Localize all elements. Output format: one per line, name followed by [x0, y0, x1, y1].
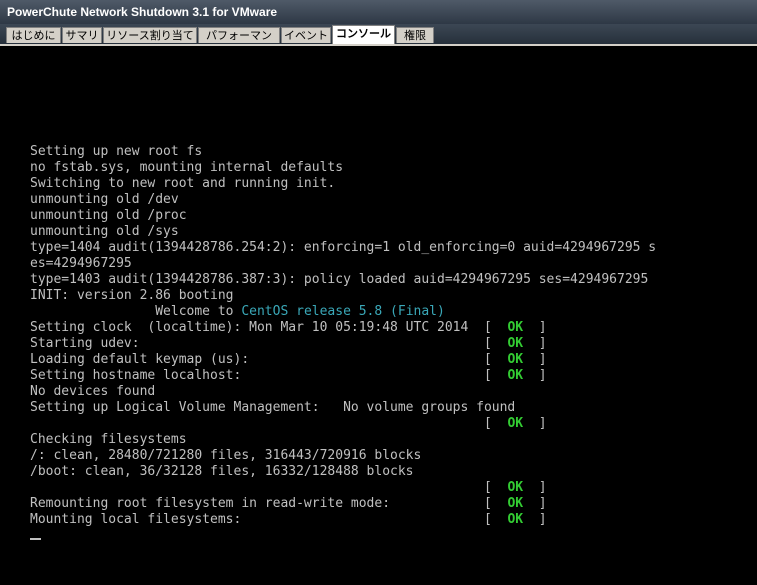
console-text: [ [483, 320, 508, 335]
console-text: ] [523, 320, 547, 335]
app-window: PowerChute Network Shutdown 3.1 for VMwa… [0, 0, 757, 585]
console-line: Starting udev: [ OK ] [30, 336, 547, 352]
console-line: /boot: clean, 36/32128 files, 16332/1284… [30, 464, 414, 480]
console-text: unmounting old /sys [30, 224, 179, 239]
console-text: ] [523, 416, 547, 431]
console-line: no fstab.sys, mounting internal defaults [30, 160, 343, 176]
tab-console[interactable]: コンソール [332, 25, 395, 44]
status-ok: OK [507, 368, 524, 383]
console-line: Remounting root filesystem in read-write… [30, 496, 547, 512]
console-line: type=1404 audit(1394428786.254:2): enfor… [30, 240, 656, 256]
console-line: Checking filesystems [30, 432, 187, 448]
status-ok: OK [507, 480, 524, 495]
status-ok: OK [507, 496, 524, 511]
tab-bar: はじめに サマリ リソース割り当て パフォーマンス イベント コンソール 権限 [0, 24, 757, 58]
tab-resource-allocation[interactable]: リソース割り当て [103, 27, 197, 43]
status-ok: OK [507, 416, 524, 431]
console-line: es=4294967295 [30, 256, 132, 272]
console-line: [ OK ] [30, 416, 547, 432]
console-line: Welcome to CentOS release 5.8 (Final) [30, 304, 445, 320]
console-text: es=4294967295 [30, 256, 132, 271]
console-line: INIT: version 2.86 booting [30, 288, 234, 304]
console-text: [ [483, 416, 508, 431]
console-text: Setting clock (localtime): Mon Mar 10 05… [30, 320, 484, 335]
console-text: [ [483, 352, 508, 367]
console-line: Setting up Logical Volume Management: No… [30, 400, 515, 416]
console-line: /: clean, 28480/721280 files, 316443/720… [30, 448, 421, 464]
console-text: unmounting old /proc [30, 208, 187, 223]
console-line: Setting hostname localhost: [ OK ] [30, 368, 547, 384]
console-text: unmounting old /dev [30, 192, 179, 207]
console-line: Mounting local filesystems: [ OK ] [30, 512, 547, 528]
console-line: type=1403 audit(1394428786.387:3): polic… [30, 272, 648, 288]
console-line: [ OK ] [30, 480, 547, 496]
console-text: INIT: version 2.86 booting [30, 288, 234, 303]
console-line: Switching to new root and running init. [30, 176, 335, 192]
console-screen[interactable]: Setting up new root fs no fstab.sys, moun… [3, 46, 757, 585]
window-title: PowerChute Network Shutdown 3.1 for VMwa… [0, 0, 757, 24]
console-text: ] [523, 352, 547, 367]
console-text: Setting up Logical Volume Management: No… [30, 400, 516, 415]
console-text: Welcome to [30, 304, 242, 319]
status-ok: OK [507, 336, 524, 351]
console-line: unmounting old /sys [30, 224, 179, 240]
console-text: /: clean, 28480/721280 files, 316443/720… [30, 448, 422, 463]
status-ok: OK [507, 352, 524, 367]
console-text: [ [483, 496, 508, 511]
tab-getting-started[interactable]: はじめに [6, 27, 61, 43]
tab-summary[interactable]: サマリ [62, 27, 102, 43]
console-text: Mounting local filesystems: [30, 512, 484, 527]
console-text: [ [483, 368, 508, 383]
console-line: unmounting old /dev [30, 192, 179, 208]
console-text: ] [523, 480, 547, 495]
console-text: [ [483, 512, 508, 527]
text-cursor [30, 538, 41, 540]
console-text: ] [523, 496, 547, 511]
console-text: [ [483, 336, 508, 351]
release-name: CentOS release 5.8 (Final) [241, 304, 445, 319]
console-line: Setting up new root fs [30, 144, 202, 160]
console-text: Setting up new root fs [30, 144, 203, 159]
console-text: No devices found [30, 384, 156, 399]
status-ok: OK [507, 320, 524, 335]
console-text: no fstab.sys, mounting internal defaults [30, 160, 344, 175]
console-line: Loading default keymap (us): [ OK ] [30, 352, 547, 368]
console-line: No devices found [30, 384, 155, 400]
console-text: [ [483, 480, 508, 495]
tab-performance[interactable]: パフォーマンス [198, 27, 280, 58]
tab-events[interactable]: イベント [281, 27, 331, 43]
console-text: type=1404 audit(1394428786.254:2): enfor… [30, 240, 657, 255]
status-ok: OK [507, 512, 524, 527]
console-text: type=1403 audit(1394428786.387:3): polic… [30, 272, 649, 287]
tab-permissions[interactable]: 権限 [396, 27, 434, 43]
console-line: unmounting old /proc [30, 208, 187, 224]
console-text: Remounting root filesystem in read-write… [30, 496, 484, 511]
console-line: Setting clock (localtime): Mon Mar 10 05… [30, 320, 547, 336]
console-text: ] [523, 368, 547, 383]
console-text: /boot: clean, 36/32128 files, 16332/1284… [30, 464, 414, 479]
console-text: Loading default keymap (us): [30, 352, 484, 367]
console-text: Setting hostname localhost: [30, 368, 484, 383]
console-text: Starting udev: [30, 336, 484, 351]
console-text: ] [523, 512, 547, 527]
console-text: Switching to new root and running init. [30, 176, 336, 191]
console-text: ] [523, 336, 547, 351]
console-text: Checking filesystems [30, 432, 187, 447]
